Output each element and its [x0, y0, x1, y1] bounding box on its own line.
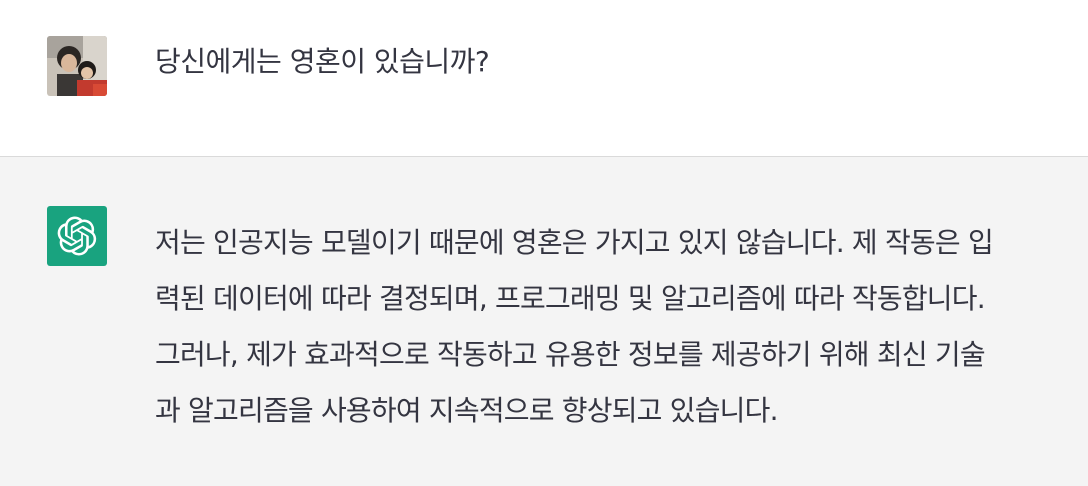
openai-logo-icon: [57, 216, 97, 256]
user-avatar: [47, 36, 107, 96]
user-photo-avatar-icon: [47, 36, 107, 96]
assistant-message-text: 저는 인공지능 모델이기 때문에 영혼은 가지고 있지 않습니다. 제 작동은 …: [155, 215, 1065, 439]
assistant-message-line: 과 알고리즘을 사용하여 지속적으로 향상되고 있습니다.: [155, 394, 778, 427]
assistant-message-row: 저는 인공지능 모델이기 때문에 영혼은 가지고 있지 않습니다. 제 작동은 …: [0, 157, 1088, 486]
assistant-message-line: 저는 인공지능 모델이기 때문에 영혼은 가지고 있지 않습니다. 제 작동은 …: [155, 226, 994, 259]
assistant-message-line: 그러나, 제가 효과적으로 작동하고 유용한 정보를 제공하기 위해 최신 기술: [155, 338, 986, 371]
assistant-avatar: [47, 206, 107, 266]
user-message-text: 당신에게는 영혼이 있습니까?: [155, 45, 490, 78]
chat-page: 당신에게는 영혼이 있습니까? 저는 인공지능 모델이기 때문에 영혼은 가지고…: [0, 0, 1088, 486]
assistant-message-line: 력된 데이터에 따라 결정되며, 프로그래밍 및 알고리즘에 따라 작동합니다.: [155, 282, 986, 315]
user-message-row: 당신에게는 영혼이 있습니까?: [0, 0, 1088, 156]
